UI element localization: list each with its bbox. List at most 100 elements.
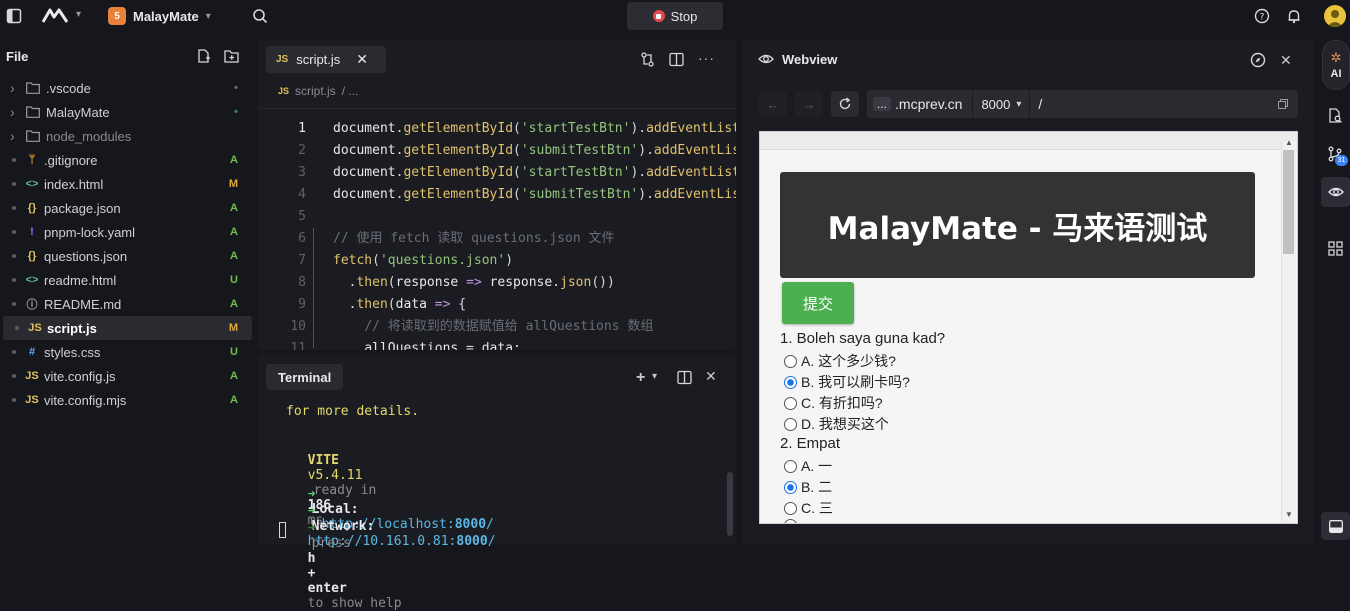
radio-button[interactable] — [784, 501, 797, 515]
breadcrumb-file[interactable]: script.js — [295, 84, 336, 98]
new-file-icon[interactable] — [197, 49, 211, 63]
app-logo-icon[interactable] — [40, 7, 70, 25]
logo-chevron-down-icon[interactable]: ▾ — [76, 9, 81, 20]
answer-option[interactable]: D. 四 — [784, 519, 833, 523]
close-webview-icon[interactable]: ✕ — [1280, 52, 1292, 69]
search-icon[interactable] — [252, 8, 268, 24]
radio-button[interactable] — [784, 519, 797, 523]
new-folder-icon[interactable] — [224, 49, 239, 63]
answer-option[interactable]: A. 一 — [784, 456, 832, 476]
scroll-up-arrow-icon[interactable]: ▲ — [1285, 138, 1293, 147]
file-search-icon[interactable] — [1328, 108, 1343, 124]
tree-item-vite-config-js[interactable]: JS vite.config.js A — [0, 364, 252, 388]
reload-button[interactable] — [831, 91, 859, 117]
folder-icon — [26, 130, 40, 142]
answer-option[interactable]: D. 我想买这个 — [784, 414, 889, 434]
code-text: document.getElementById('submitTestBtn')… — [333, 143, 736, 158]
panel-toggle-button[interactable] — [1321, 512, 1350, 540]
tree-item-readme-md[interactable]: ⓘ README.md A — [0, 292, 252, 316]
tree-item-node-modules[interactable]: › node_modules — [0, 124, 252, 148]
answer-label: A. 这个多少钱? — [801, 353, 896, 369]
code-line[interactable]: 9 .then(data => { — [258, 294, 736, 316]
help-icon[interactable]: ? — [1254, 8, 1270, 24]
vite-name: VITE — [307, 453, 339, 468]
forward-button[interactable]: → — [795, 91, 823, 117]
code-line[interactable]: 7 fetch('questions.json') — [258, 250, 736, 272]
tab-script-js[interactable]: JS script.js ✕ — [266, 46, 386, 73]
tree-item-vite-config-mjs[interactable]: JS vite.config.mjs A — [0, 388, 252, 412]
tab-terminal[interactable]: Terminal — [266, 364, 344, 390]
sidebar-toggle-icon[interactable] — [6, 8, 22, 24]
git-status-badge: A — [230, 154, 238, 166]
split-editor-icon[interactable] — [669, 52, 684, 67]
answer-option[interactable]: C. 有折扣吗? — [784, 393, 883, 413]
user-avatar[interactable] — [1324, 5, 1346, 27]
split-terminal-icon[interactable] — [677, 370, 692, 385]
chevron-right-icon: › — [10, 128, 15, 144]
tree-item-package-json[interactable]: {} package.json A — [0, 196, 252, 220]
source-control-badge: 31 — [1335, 155, 1348, 166]
terminal-dropdown-chevron-icon[interactable]: ▾ — [652, 371, 657, 382]
close-tab-icon[interactable]: ✕ — [356, 51, 368, 68]
scroll-down-arrow-icon[interactable]: ▼ — [1285, 510, 1293, 519]
code-line[interactable]: 11 allQuestions = data; — [258, 338, 736, 350]
code-text: // 使用 fetch 读取 questions.json 文件 — [333, 231, 615, 246]
diff-icon[interactable] — [640, 52, 655, 67]
tree-item-label: vite.config.js — [44, 368, 116, 384]
terminal-scrollbar[interactable] — [727, 472, 733, 536]
answer-option[interactable]: C. 三 — [784, 498, 833, 518]
radio-button[interactable] — [784, 354, 797, 368]
code-line[interactable]: 3 document.getElementById('startTestBtn')… — [258, 162, 736, 184]
info-icon: ⓘ — [26, 299, 38, 311]
tree-bullet — [12, 254, 16, 258]
code-line[interactable]: 5 — [258, 206, 736, 228]
radio-button[interactable] — [784, 417, 797, 431]
answer-option[interactable]: B. 我可以刷卡吗? — [784, 372, 910, 392]
code-line[interactable]: 8 .then(response => response.json()) — [258, 272, 736, 294]
code-line[interactable]: 10 // 将读取到的数据赋值给 allQuestions 数组 — [258, 316, 736, 338]
notification-bell-icon[interactable] — [1286, 8, 1302, 24]
tree-item-index-html[interactable]: <> index.html M — [0, 172, 252, 196]
ai-button[interactable]: ✲ AI — [1322, 40, 1350, 90]
answer-option[interactable]: B. 二 — [784, 477, 832, 497]
help-rest: to show help — [307, 596, 402, 611]
port-select[interactable]: 8000 ▾ — [972, 90, 1031, 118]
compass-icon[interactable] — [1250, 52, 1266, 68]
radio-button[interactable] — [784, 459, 797, 473]
copy-url-icon[interactable] — [1278, 97, 1288, 112]
back-button[interactable]: ← — [759, 91, 787, 117]
tree-item-gitignore[interactable]: ᛘ .gitignore A — [0, 148, 252, 172]
close-terminal-icon[interactable]: ✕ — [705, 368, 717, 385]
js-icon: JS — [28, 322, 42, 334]
tree-item-readme-html[interactable]: <> readme.html U — [0, 268, 252, 292]
more-actions-icon[interactable]: ··· — [698, 50, 715, 66]
tree-item-questions-json[interactable]: {} questions.json A — [0, 244, 252, 268]
html-icon: <> — [25, 274, 39, 286]
stop-button[interactable]: Stop — [627, 2, 723, 30]
tree-bullet — [12, 374, 16, 378]
radio-button[interactable] — [784, 480, 797, 494]
tree-item-script-js[interactable]: JS script.js M — [3, 316, 252, 340]
host-prefix[interactable]: ... — [873, 97, 892, 111]
tree-item-pnpm-lock-yaml[interactable]: ! pnpm-lock.yaml A — [0, 220, 252, 244]
answer-option[interactable]: A. 这个多少钱? — [784, 351, 896, 371]
webview-toggle-button[interactable] — [1321, 177, 1350, 207]
tree-item-vscode[interactable]: › .vscode • — [0, 76, 252, 100]
radio-button[interactable] — [784, 396, 797, 410]
tree-item-malaymate[interactable]: › MalayMate • — [0, 100, 252, 124]
code-text: allQuestions = data; — [364, 341, 521, 350]
submit-button[interactable]: 提交 — [782, 282, 854, 324]
code-line[interactable]: 4 document.getElementById('submitTestBtn'… — [258, 184, 736, 206]
code-line[interactable]: 1 document.getElementById('startTestBtn')… — [258, 118, 736, 140]
address-bar[interactable]: ... .mcprev.cn 8000 ▾ / — [867, 90, 1298, 118]
help-key-h: h — [307, 551, 316, 566]
new-terminal-icon[interactable]: + — [636, 369, 645, 387]
code-line[interactable]: 2 document.getElementById('submitTestBtn'… — [258, 140, 736, 162]
radio-button[interactable] — [784, 375, 797, 389]
page-scrollbar-thumb[interactable] — [1283, 150, 1294, 254]
tree-item-styles-css[interactable]: # styles.css U — [0, 340, 252, 364]
path-input[interactable]: / — [1038, 96, 1278, 112]
extensions-grid-icon[interactable] — [1328, 241, 1343, 256]
code-line[interactable]: 6 // 使用 fetch 读取 questions.json 文件 — [258, 228, 736, 250]
project-switcher[interactable]: 5 MalayMate ▾ — [108, 6, 211, 26]
